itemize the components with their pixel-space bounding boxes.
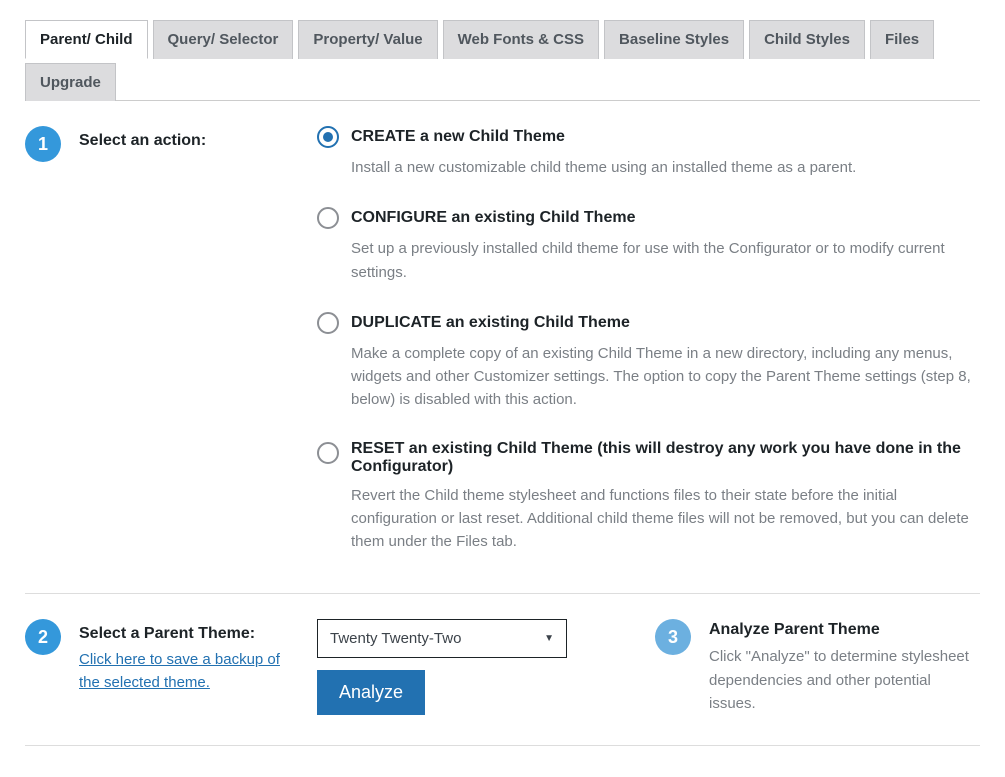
radio-create[interactable] xyxy=(317,126,339,148)
tab-property-value[interactable]: Property/ Value xyxy=(298,20,437,59)
radio-reset[interactable] xyxy=(317,442,339,464)
radio-reset-title: RESET an existing Child Theme (this will… xyxy=(351,440,980,476)
tab-child-styles[interactable]: Child Styles xyxy=(749,20,865,59)
tab-web-fonts[interactable]: Web Fonts & CSS xyxy=(443,20,599,59)
radio-configure-desc: Set up a previously installed child them… xyxy=(351,237,980,284)
radio-duplicate-title: DUPLICATE an existing Child Theme xyxy=(351,314,630,332)
step-1-label: Select an action: xyxy=(79,132,299,150)
radio-configure[interactable] xyxy=(317,207,339,229)
radio-duplicate[interactable] xyxy=(317,312,339,334)
step-2-label: Select a Parent Theme: xyxy=(79,625,299,643)
chevron-down-icon: ▼ xyxy=(544,633,554,644)
radio-reset-desc: Revert the Child theme stylesheet and fu… xyxy=(351,484,980,554)
parent-theme-selected: Twenty Twenty-Two xyxy=(330,630,461,647)
step-2-block: 2 Select a Parent Theme: Click here to s… xyxy=(25,619,655,715)
radio-configure-title: CONFIGURE an existing Child Theme xyxy=(351,209,635,227)
step-3-block: 3 Analyze Parent Theme Click "Analyze" t… xyxy=(655,619,980,715)
option-create: CREATE a new Child Theme Install a new c… xyxy=(317,126,980,179)
tab-files[interactable]: Files xyxy=(870,20,934,59)
step-3-desc: Click "Analyze" to determine stylesheet … xyxy=(709,645,980,715)
radio-create-title: CREATE a new Child Theme xyxy=(351,128,565,146)
parent-theme-select[interactable]: Twenty Twenty-Two ▼ xyxy=(317,619,567,658)
step-number-2: 2 xyxy=(25,619,61,655)
tab-parent-child[interactable]: Parent/ Child xyxy=(25,20,148,59)
tab-baseline-styles[interactable]: Baseline Styles xyxy=(604,20,744,59)
step-number-1: 1 xyxy=(25,126,61,162)
option-duplicate: DUPLICATE an existing Child Theme Make a… xyxy=(317,312,980,412)
radio-duplicate-desc: Make a complete copy of an existing Chil… xyxy=(351,342,980,412)
tabs-bar: Parent/ Child Query/ Selector Property/ … xyxy=(25,20,980,101)
option-configure: CONFIGURE an existing Child Theme Set up… xyxy=(317,207,980,284)
analyze-button[interactable]: Analyze xyxy=(317,670,425,715)
radio-create-desc: Install a new customizable child theme u… xyxy=(351,156,980,179)
option-reset: RESET an existing Child Theme (this will… xyxy=(317,440,980,554)
backup-link[interactable]: Click here to save a backup of the selec… xyxy=(79,649,299,694)
step-number-3: 3 xyxy=(655,619,691,655)
step-3-title: Analyze Parent Theme xyxy=(709,621,980,639)
tab-query-selector[interactable]: Query/ Selector xyxy=(153,20,294,59)
step-1-row: 1 Select an action: CREATE a new Child T… xyxy=(25,126,980,563)
tab-upgrade[interactable]: Upgrade xyxy=(25,63,116,101)
